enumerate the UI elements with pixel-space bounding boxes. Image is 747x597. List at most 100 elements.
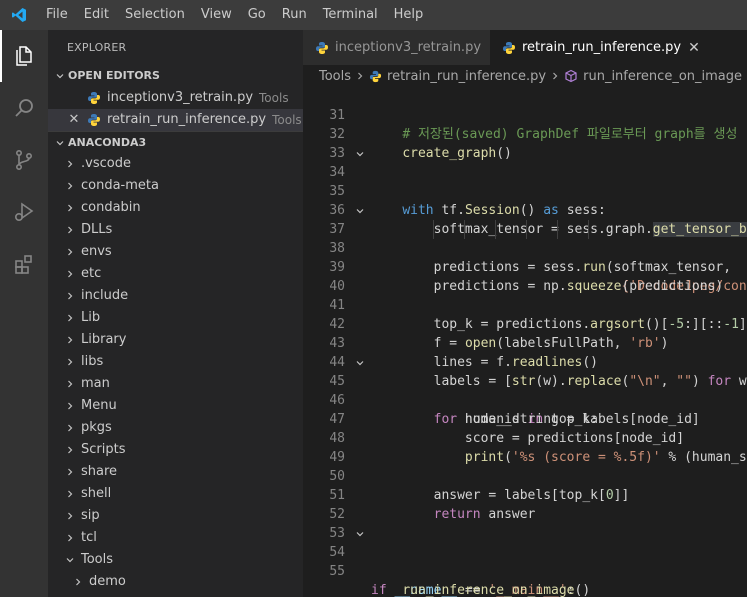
tree-folder-label: .vscode bbox=[81, 156, 131, 171]
menu-bar: File Edit Selection View Go Run Terminal… bbox=[38, 0, 431, 30]
method-cube-icon bbox=[564, 69, 578, 83]
code-line: 36 softmax_tensor = sess.graph.get_tenso… bbox=[303, 182, 747, 237]
python-file-icon bbox=[87, 91, 101, 105]
tree-folder-item[interactable]: pkgs bbox=[48, 417, 303, 439]
menu-terminal[interactable]: Terminal bbox=[315, 0, 386, 30]
chevron-down-icon[interactable] bbox=[353, 201, 367, 220]
breadcrumb-symbol[interactable]: run_inference_on_image bbox=[583, 69, 742, 84]
chevron-right-icon bbox=[62, 379, 78, 389]
folder-header[interactable]: ANACONDA3 bbox=[48, 131, 303, 153]
tab-inceptionv3-retrain[interactable]: inceptionv3_retrain.py bbox=[303, 30, 490, 65]
chevron-down-icon[interactable] bbox=[353, 353, 367, 372]
tree-folder-item[interactable]: demo bbox=[48, 571, 303, 593]
tree-folder-item[interactable]: conda-meta bbox=[48, 175, 303, 197]
code-line: 50 answer = labels[top_k[0]] bbox=[303, 448, 747, 503]
line-number: 55 bbox=[329, 564, 345, 579]
chevron-right-icon bbox=[62, 357, 78, 367]
open-editor-desc: Tools bbox=[272, 113, 302, 127]
tree-folder-item[interactable]: Scripts bbox=[48, 439, 303, 461]
tree-folder-item[interactable]: Menu bbox=[48, 395, 303, 417]
tree-folder-label: Tools bbox=[81, 552, 114, 567]
tree-folder-label: pkgs bbox=[81, 420, 112, 435]
tab-retrain-run-inference[interactable]: retrain_run_inference.py ✕ bbox=[490, 30, 747, 65]
code-line: 39 predictions = np.squeeze(predictions) bbox=[303, 239, 747, 294]
tree-folder-item[interactable]: include bbox=[48, 285, 303, 307]
menu-selection[interactable]: Selection bbox=[117, 0, 193, 30]
chevron-down-icon bbox=[52, 138, 68, 148]
search-icon[interactable] bbox=[0, 82, 48, 134]
breadcrumb-file[interactable]: retrain_run_inference.py bbox=[387, 69, 546, 84]
breadcrumb-folder[interactable]: Tools bbox=[319, 69, 351, 84]
tree-folder-label: condabin bbox=[81, 200, 141, 215]
run-debug-icon[interactable] bbox=[0, 186, 48, 238]
tree-folder-label: demo bbox=[89, 574, 126, 589]
close-icon[interactable]: ✕ bbox=[64, 109, 84, 131]
chevron-right-icon bbox=[550, 71, 560, 81]
tab-label: retrain_run_inference.py bbox=[522, 40, 682, 55]
code-line: 55 run_inference_on_image() bbox=[303, 543, 747, 597]
tree-folder-item[interactable]: DLLs bbox=[48, 219, 303, 241]
open-editor-name: retrain_run_inference.py bbox=[107, 112, 267, 127]
tree-folder-label: shell bbox=[81, 486, 112, 501]
menu-go[interactable]: Go bbox=[240, 0, 274, 30]
chevron-right-icon bbox=[62, 313, 78, 323]
tree-folder-label: Lib bbox=[81, 310, 101, 325]
tree-folder-item[interactable]: tcl bbox=[48, 527, 303, 549]
menu-edit[interactable]: Edit bbox=[76, 0, 117, 30]
tab-bar: inceptionv3_retrain.py retrain_run_infer… bbox=[303, 30, 747, 65]
tree-folder-item[interactable]: libs bbox=[48, 351, 303, 373]
tree-folder-item[interactable]: share bbox=[48, 461, 303, 483]
tree-folder-label: etc bbox=[81, 266, 102, 281]
chevron-right-icon bbox=[62, 445, 78, 455]
explorer-sidebar: EXPLORER OPEN EDITORS inceptionv3_retrai… bbox=[48, 30, 303, 597]
tree-folder-label: envs bbox=[81, 244, 112, 259]
open-editor-item-active[interactable]: ✕ retrain_run_inference.py Tools bbox=[48, 109, 303, 131]
tree-folder-item[interactable]: man bbox=[48, 373, 303, 395]
code-editor[interactable]: 31 # 저장된(saved) GraphDef 파일로부터 graph를 생성… bbox=[303, 87, 747, 597]
vscode-logo-icon bbox=[0, 0, 38, 30]
chevron-right-icon bbox=[62, 511, 78, 521]
files-icon[interactable] bbox=[0, 30, 48, 82]
menu-help[interactable]: Help bbox=[386, 0, 432, 30]
chevron-right-icon bbox=[62, 269, 78, 279]
menu-file[interactable]: File bbox=[38, 0, 76, 30]
code-line: 40 bbox=[303, 258, 747, 294]
tree-folder-item[interactable]: Lib bbox=[48, 307, 303, 329]
chevron-right-icon bbox=[70, 577, 86, 587]
explorer-title: EXPLORER bbox=[67, 41, 127, 54]
extensions-icon[interactable] bbox=[0, 238, 48, 290]
chevron-right-icon bbox=[62, 225, 78, 235]
tree-folder-item[interactable]: condabin bbox=[48, 197, 303, 219]
chevron-right-icon bbox=[62, 247, 78, 257]
tree-folder-item[interactable]: Library bbox=[48, 329, 303, 351]
tree-folder-item[interactable]: Tools bbox=[48, 549, 303, 571]
open-editor-item[interactable]: inceptionv3_retrain.py Tools bbox=[48, 87, 303, 109]
chevron-down-icon[interactable] bbox=[353, 144, 367, 163]
open-editors-header[interactable]: OPEN EDITORS bbox=[48, 65, 303, 87]
chevron-down-icon bbox=[52, 71, 68, 81]
code-line: 51 return answer bbox=[303, 467, 747, 522]
chevron-right-icon bbox=[62, 533, 78, 543]
code-line: 44 labels = [str(w).replace("\n", "") fo… bbox=[303, 334, 747, 389]
breadcrumb: Tools retrain_run_inference.py run_infer… bbox=[303, 65, 747, 87]
tree-folder-item[interactable]: envs bbox=[48, 241, 303, 263]
python-file-icon bbox=[369, 70, 382, 83]
tree-folder-item[interactable]: etc bbox=[48, 263, 303, 285]
tree-folder-label: libs bbox=[81, 354, 104, 369]
menu-run[interactable]: Run bbox=[274, 0, 315, 30]
chevron-right-icon bbox=[62, 467, 78, 477]
code-line: 48 print('%s (score = %.5f)' % (human_st… bbox=[303, 410, 747, 465]
tree-folder-label: Library bbox=[81, 332, 127, 347]
close-icon[interactable]: ✕ bbox=[688, 40, 700, 56]
code-line: 54 if __name__ == '__main__': bbox=[303, 524, 747, 597]
chevron-right-icon bbox=[355, 71, 365, 81]
chevron-right-icon bbox=[62, 489, 78, 499]
python-file-icon bbox=[502, 41, 516, 55]
tree-folder-item[interactable]: sip bbox=[48, 505, 303, 527]
source-control-icon[interactable] bbox=[0, 134, 48, 186]
tree-folder-item[interactable]: .vscode bbox=[48, 153, 303, 175]
tree-folder-item[interactable]: shell bbox=[48, 483, 303, 505]
menu-view[interactable]: View bbox=[193, 0, 240, 30]
chevron-down-icon[interactable] bbox=[353, 524, 367, 543]
open-editors-label: OPEN EDITORS bbox=[68, 69, 160, 82]
